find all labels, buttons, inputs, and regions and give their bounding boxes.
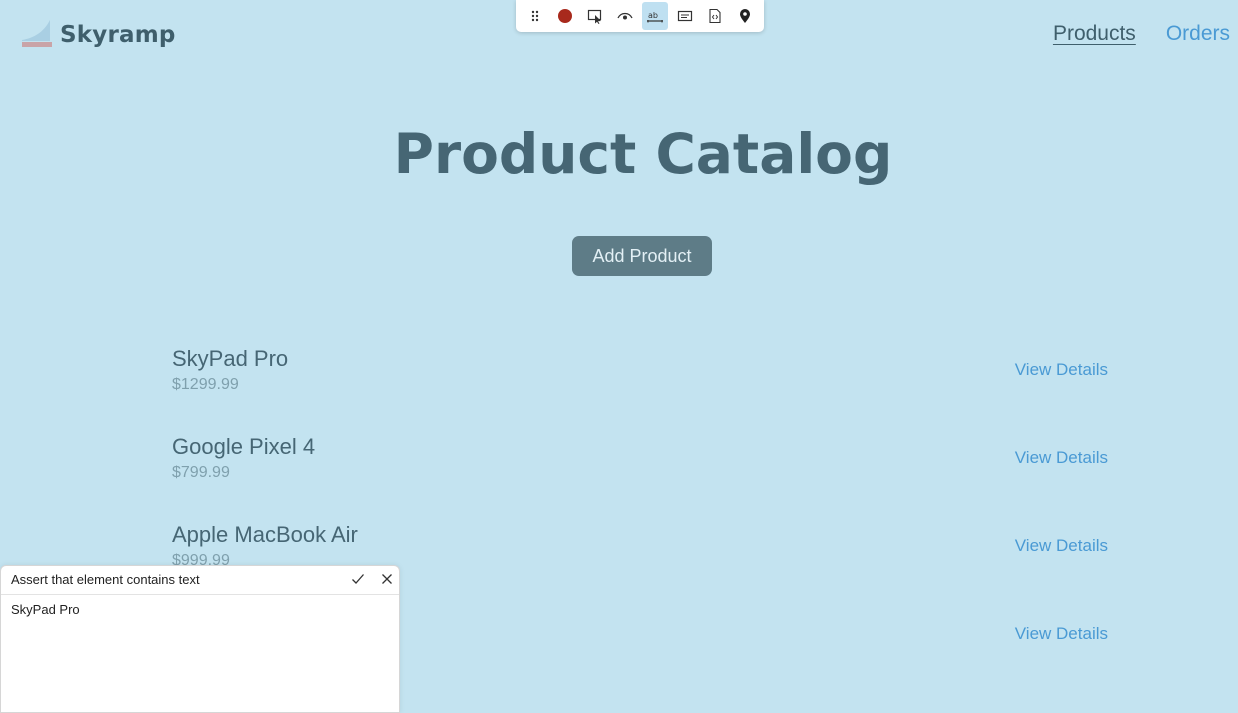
product-name: SkyPad Pro [172, 346, 289, 371]
assert-text-panel: Assert that element contains text SkyPad… [0, 565, 400, 713]
list-item: SkyPad Pro $1299.99 View Details [172, 344, 1108, 432]
brand-logo[interactable]: Skyramp [22, 20, 176, 49]
location-pin-icon[interactable] [732, 2, 758, 30]
nav-products-link[interactable]: Products [1053, 22, 1136, 46]
record-icon[interactable] [552, 2, 578, 30]
assert-text-icon[interactable]: ab [642, 2, 668, 30]
brand-name: Skyramp [60, 21, 176, 48]
view-details-link[interactable]: View Details [1015, 536, 1108, 556]
product-price: $1299.99 [172, 376, 239, 393]
visibility-icon[interactable] [612, 2, 638, 30]
product-price: $799.99 [172, 464, 230, 481]
select-element-icon[interactable] [582, 2, 608, 30]
view-details-link[interactable]: View Details [1015, 624, 1108, 644]
code-icon[interactable] [702, 2, 728, 30]
skyramp-logo-icon [22, 20, 52, 47]
svg-text:ab: ab [648, 11, 658, 20]
list-item: Google Pixel 4 $799.99 View Details [172, 432, 1108, 520]
close-icon[interactable] [380, 572, 394, 586]
view-details-link[interactable]: View Details [1015, 448, 1108, 468]
drag-handle-icon[interactable] [522, 2, 548, 30]
assert-value-icon[interactable] [672, 2, 698, 30]
assert-text-value[interactable]: SkyPad Pro [11, 602, 80, 617]
page-title: Product Catalog [393, 122, 893, 186]
panel-header: Assert that element contains text [1, 566, 399, 595]
nav-orders-link[interactable]: Orders [1166, 22, 1230, 46]
recorder-toolbar: ab [516, 0, 764, 32]
panel-title: Assert that element contains text [11, 572, 200, 587]
top-nav: Products Orders [1053, 22, 1230, 46]
product-name: Apple MacBook Air [172, 522, 358, 547]
product-name: Google Pixel 4 [172, 434, 316, 459]
add-product-button[interactable]: Add Product [572, 236, 712, 276]
confirm-check-icon[interactable] [351, 572, 365, 586]
view-details-link[interactable]: View Details [1015, 360, 1108, 380]
